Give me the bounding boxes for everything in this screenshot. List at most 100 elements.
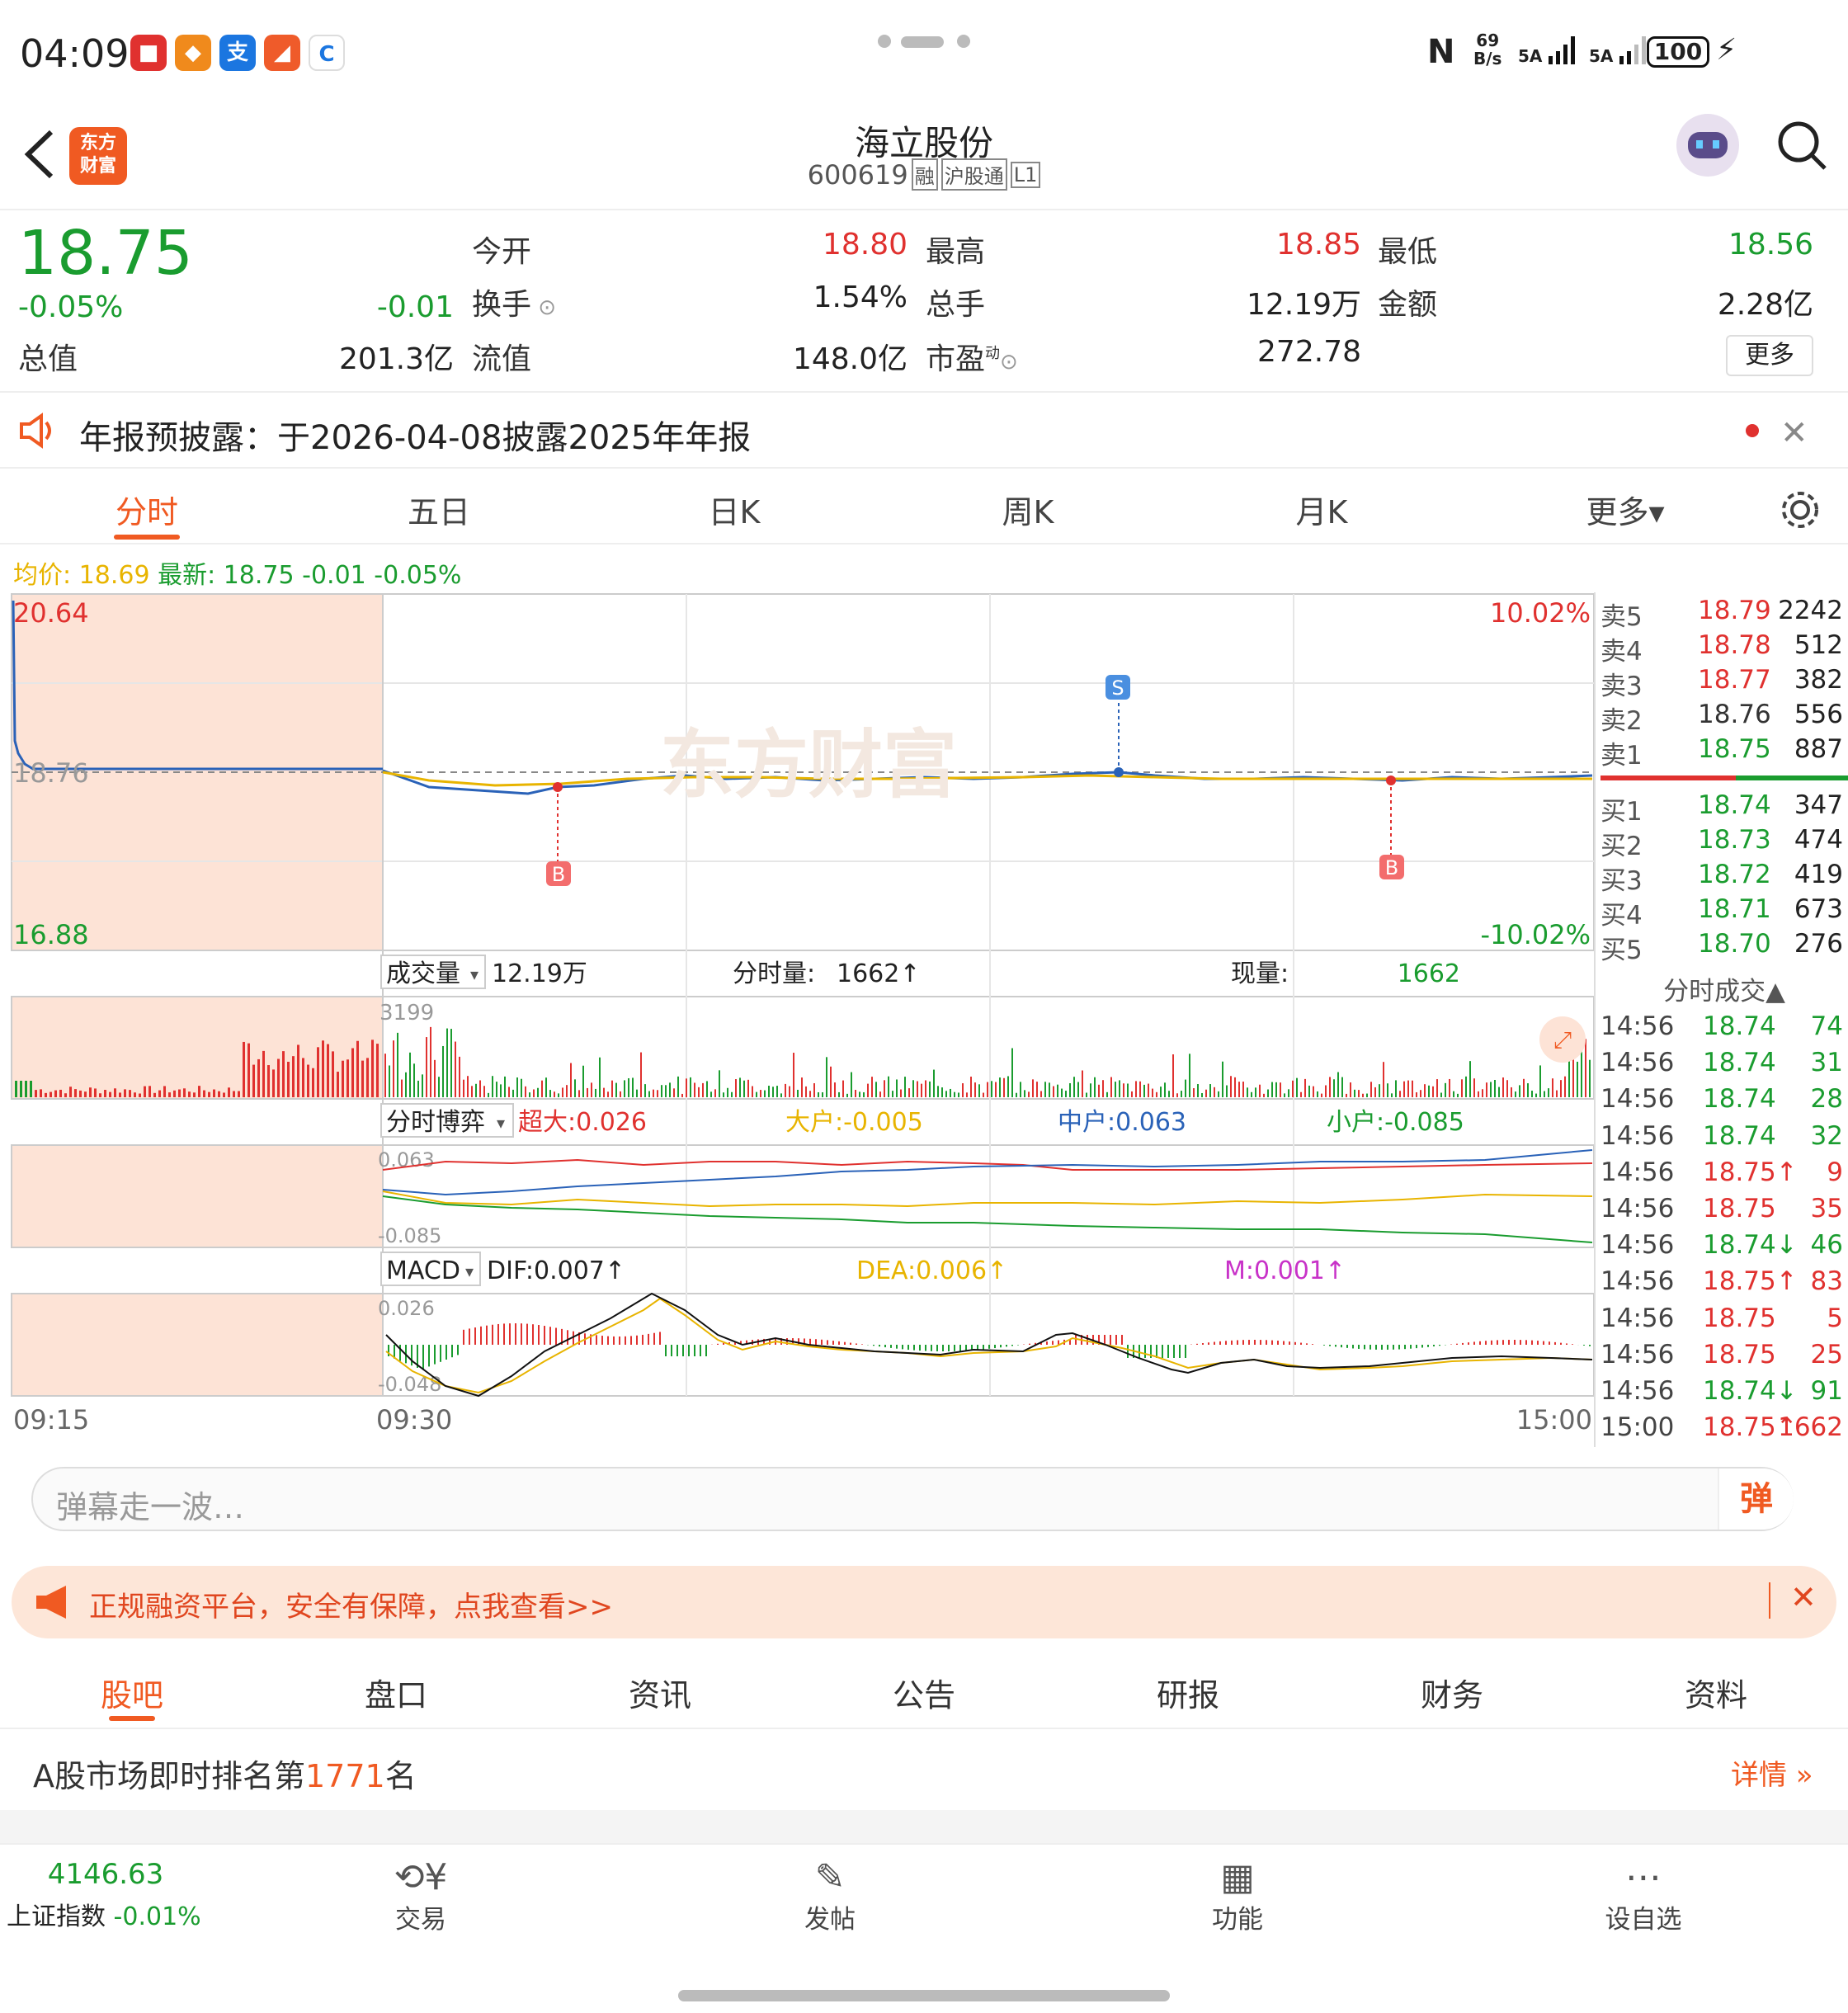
app-logo[interactable]: 东方 财富 — [69, 127, 127, 185]
functions-button[interactable]: ▦ 功能 — [1155, 1856, 1320, 1935]
float-label: 流值 — [472, 342, 532, 376]
bid-row[interactable]: 买1 18.74 347 — [1600, 790, 1848, 827]
intraday-chart[interactable]: B S B 东方财富 20.64 18.76 16.88 10.02% -10.… — [0, 592, 1600, 1450]
ask-label: 卖3 — [1600, 672, 1643, 701]
ask-label: 卖1 — [1600, 741, 1643, 771]
ranking-row[interactable]: A股市场即时排名第1771名 详情 » — [0, 1731, 1848, 1808]
tab-guba[interactable]: 股吧 — [50, 1670, 214, 1715]
ask-volume: 2242 — [1778, 596, 1843, 625]
ask-row[interactable]: 卖4 18.78 512 — [1600, 630, 1848, 667]
time-start: 09:15 — [13, 1404, 89, 1436]
ranking-text: A股市场即时排名第1771名 — [33, 1758, 417, 1794]
trade-price: 18.75 — [1703, 1194, 1776, 1223]
macd-dea: DEA:0.006↑ — [856, 1256, 1007, 1285]
buy-marker-2-label: B — [1385, 856, 1398, 879]
turnover-label: 换手 ⊙ — [472, 288, 557, 322]
tab-profile[interactable]: 资料 — [1634, 1670, 1798, 1715]
trade-volume: 83 — [1810, 1266, 1843, 1297]
trade-volume: 9 — [1827, 1157, 1843, 1187]
ask-price: 18.76 — [1698, 700, 1771, 729]
danmu-button[interactable]: 弹 — [1718, 1468, 1794, 1530]
watermark: 东方财富 — [660, 722, 957, 808]
bid-row[interactable]: 买5 18.70 276 — [1600, 929, 1848, 965]
tab-weekly-k[interactable]: 周K — [978, 487, 1077, 532]
tab-research[interactable]: 研报 — [1106, 1670, 1270, 1715]
ad-banner[interactable]: 正规融资平台，安全有保障，点我查看>> ✕ — [12, 1566, 1836, 1638]
trade-price: 18.74↓ — [1703, 1376, 1798, 1406]
bid-price: 18.70 — [1698, 929, 1771, 959]
nav-active-indicator — [109, 1716, 155, 1721]
bid-row[interactable]: 买2 18.73 474 — [1600, 825, 1848, 861]
back-icon[interactable] — [18, 125, 59, 183]
bid-row[interactable]: 买4 18.71 673 — [1600, 894, 1848, 931]
trade-row: 14:56 18.75 35 — [1600, 1194, 1848, 1230]
latest-price: 最新: 18.75 -0.01 -0.05% — [158, 561, 462, 590]
signal-2-icon: 5A — [1589, 33, 1651, 66]
ask-row[interactable]: 卖5 18.79 2242 — [1600, 596, 1848, 632]
trade-volume: 91 — [1810, 1376, 1843, 1406]
mcap-value: 201.3亿 — [338, 342, 454, 376]
bid-price: 18.71 — [1698, 894, 1771, 924]
signal-1-icon: 5A — [1518, 33, 1580, 66]
trade-price: 18.75 — [1703, 1339, 1776, 1370]
app-notify-icon-4: ◢ — [264, 35, 300, 71]
tab-finance[interactable]: 财务 — [1370, 1670, 1534, 1715]
mcap-label: 总值 — [18, 342, 78, 376]
price-summary: 均价: 18.69 最新: 18.75 -0.01 -0.05% — [13, 554, 461, 591]
turnover-value: 1.54% — [813, 280, 908, 314]
post-button[interactable]: ✎ 发帖 — [747, 1856, 912, 1935]
ask-volume: 887 — [1794, 734, 1843, 764]
index-widget[interactable]: 4146.63 上证指数 -0.01% — [7, 1858, 205, 1932]
bid-label: 买3 — [1600, 866, 1643, 896]
trade-volume: 5 — [1827, 1303, 1843, 1333]
trade-row: 14:56 18.75 5 — [1600, 1304, 1848, 1340]
tab-pankou[interactable]: 盘口 — [314, 1670, 478, 1715]
tab-more[interactable]: 更多▾ — [1568, 487, 1683, 532]
tab-monthly-k[interactable]: 月K — [1272, 487, 1371, 532]
ad-close-icon[interactable]: ✕ — [1790, 1579, 1817, 1615]
trade-row: 14:56 18.74 32 — [1600, 1121, 1848, 1157]
close-icon[interactable]: ✕ — [1780, 414, 1808, 452]
badge-connect: 沪股通 — [940, 158, 1007, 191]
ask-row[interactable]: 卖2 18.76 556 — [1600, 700, 1848, 736]
trade-price: 18.75 — [1703, 1303, 1776, 1333]
volume-label: 总手 — [926, 288, 986, 322]
add-watchlist-button[interactable]: ⋯ 设自选 — [1561, 1856, 1726, 1935]
avg-price: 均价: 18.69 — [13, 561, 150, 590]
status-bar: 04:09 ■ ◆ 支 ◢ C Ν 69 B/s 5A 5A 100 ⚡ — [0, 0, 1848, 107]
trade-time: 14:56 — [1600, 1266, 1675, 1297]
tab-news[interactable]: 资讯 — [578, 1670, 742, 1715]
trade-time: 14:56 — [1600, 1011, 1675, 1041]
more-button[interactable]: 更多 — [1726, 335, 1813, 376]
volume-value: 12.19万 — [1246, 288, 1361, 322]
trade-price: 18.74 — [1703, 1120, 1776, 1151]
stock-header: 东方 财富 海立股份 600619 融 沪股通 L1 — [0, 107, 1848, 210]
flow-small: 小户:-0.085 — [1327, 1108, 1464, 1137]
ask-row[interactable]: 卖1 18.75 887 — [1600, 734, 1848, 771]
bid-volume: 347 — [1794, 790, 1843, 820]
tab-five-day[interactable]: 五日 — [389, 487, 488, 532]
ask-row[interactable]: 卖3 18.77 382 — [1600, 665, 1848, 701]
badge-level: L1 — [1010, 161, 1041, 188]
trade-button[interactable]: ⟲¥ 交易 — [338, 1856, 503, 1935]
robot-assistant-icon[interactable] — [1676, 114, 1739, 177]
macd-axis-max: 0.026 — [378, 1297, 435, 1320]
more-dots-icon: ⋯ — [1625, 1856, 1662, 1898]
tab-announcements[interactable]: 公告 — [842, 1670, 1006, 1715]
trade-row: 15:00 18.75↑ 1662 — [1600, 1412, 1848, 1449]
flow-lines — [382, 1149, 1593, 1243]
trade-row: 14:56 18.74 28 — [1600, 1084, 1848, 1120]
tab-minute[interactable]: 分时 — [97, 487, 196, 532]
danmu-input[interactable]: 弹幕走一波… 弹 — [31, 1467, 1794, 1531]
bid-price: 18.73 — [1698, 825, 1771, 855]
search-icon[interactable] — [1775, 119, 1828, 172]
bid-row[interactable]: 买3 18.72 419 — [1600, 860, 1848, 896]
trades-title[interactable]: 分时成交▲ — [1600, 970, 1848, 1007]
trade-time: 14:56 — [1600, 1194, 1675, 1223]
pill-indicator — [878, 35, 970, 48]
amount-value: 2.28亿 — [1717, 288, 1813, 322]
notice-bar[interactable]: 年报预披露：于2026-04-08披露2025年年报 ✕ — [0, 394, 1848, 469]
tab-daily-k[interactable]: 日K — [685, 487, 784, 532]
settings-gear-icon[interactable] — [1777, 487, 1823, 533]
ranking-detail-link[interactable]: 详情 » — [1731, 1752, 1813, 1793]
